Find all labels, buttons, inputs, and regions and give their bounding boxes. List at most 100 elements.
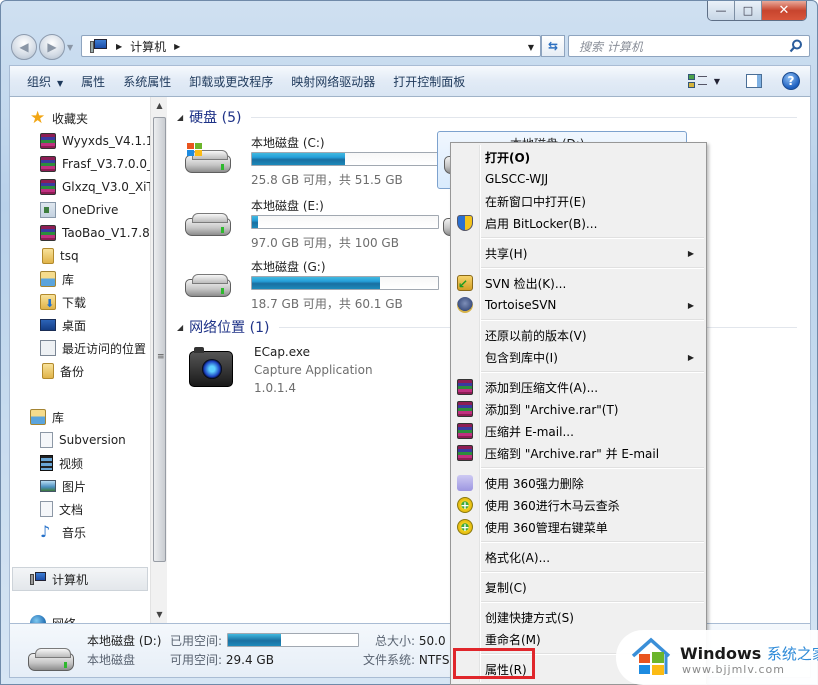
context-menu-item[interactable]: 启用 BitLocker(B)...	[453, 212, 704, 234]
sidebar-item-documents[interactable]: 文档	[40, 498, 83, 520]
collapse-triangle-icon[interactable]: ◢	[177, 323, 183, 332]
scrollbar-thumb[interactable]: ≡	[153, 117, 166, 562]
preview-pane-icon[interactable]	[746, 74, 762, 88]
sidebar-item-label: TaoBao_V1.7.8.	[62, 226, 154, 240]
sidebar-favorites[interactable]: ★ 收藏夹	[30, 107, 88, 129]
sidebar-item-label: 图片	[62, 479, 87, 494]
highlight-annotation	[453, 648, 535, 679]
change-view-icon[interactable]	[687, 73, 708, 89]
context-menu-item[interactable]: GLSCC-WJJ	[453, 168, 704, 190]
context-menu-item[interactable]: + 使用 360进行木马云查杀	[453, 494, 704, 516]
scroll-down-arrow-icon[interactable]: ▼	[151, 606, 168, 623]
computer-icon	[30, 571, 46, 587]
back-button[interactable]: ◀	[11, 34, 37, 60]
breadcrumb-chevron-icon[interactable]: ▶	[116, 42, 122, 51]
sidebar-item-pictures[interactable]: 图片	[40, 475, 86, 497]
drive-c[interactable]: 本地磁盘 (C:) 25.8 GB 可用，共 51.5 GB	[179, 131, 439, 189]
submenu-arrow-icon: ▶	[687, 248, 694, 258]
arrow-right-icon: ▶	[47, 40, 57, 54]
sidebar-item-taobao[interactable]: TaoBao_V1.7.8.	[40, 222, 154, 244]
refresh-button[interactable]: ⇆	[541, 35, 565, 57]
context-menu-item[interactable]: SVN 检出(K)...	[453, 272, 704, 294]
search-icon[interactable]	[789, 39, 803, 53]
sidebar-item-label: 库	[52, 410, 65, 425]
sidebar-item-onedrive[interactable]: OneDrive	[40, 199, 118, 221]
sidebar-libraries[interactable]: 库	[30, 406, 64, 428]
context-menu-item[interactable]: 压缩到 "Archive.rar" 并 E-mail	[453, 442, 704, 464]
context-menu-item[interactable]: + 使用 360管理右键菜单	[453, 516, 704, 538]
document-icon	[40, 432, 53, 448]
breadcrumb-chevron-icon[interactable]: ▶	[174, 42, 180, 51]
network-item-ecap[interactable]: ECap.exe Capture Application 1.0.1.4	[181, 345, 421, 405]
drive-e[interactable]: 本地磁盘 (E:) 97.0 GB 可用，共 100 GB	[179, 194, 439, 252]
sidebar-item-music[interactable]: ♪ 音乐	[40, 521, 86, 543]
uninstall-program-button[interactable]: 卸载或更改程序	[180, 73, 282, 90]
maximize-button[interactable]: □	[735, 1, 762, 20]
view-options-dropdown[interactable]: ▼	[714, 77, 720, 86]
address-bar[interactable]: ▶ 计算机 ▶ ▼	[81, 35, 541, 57]
minimize-button[interactable]: —	[708, 1, 735, 20]
context-menu-item[interactable]: 复制(C)	[453, 576, 704, 598]
context-menu-item[interactable]: 创建快捷方式(S)	[453, 606, 704, 628]
search-input[interactable]: 搜索 计算机	[568, 35, 810, 57]
menu-item-label: 重命名(M)	[485, 632, 541, 647]
sidebar-item-library[interactable]: 库	[40, 268, 74, 290]
drive-usage-bar	[251, 152, 439, 166]
system-properties-button[interactable]: 系统属性	[114, 73, 180, 90]
close-button[interactable]: ✕	[762, 1, 806, 20]
context-menu-item[interactable]: 使用 360强力删除	[453, 472, 704, 494]
sidebar-item-recent-places[interactable]: 最近访问的位置	[40, 337, 146, 359]
menu-separator	[481, 371, 704, 373]
sidebar-item-tsq[interactable]: tsq	[40, 245, 79, 267]
sidebar-scrollbar[interactable]: ▲ ≡ ▼	[150, 97, 167, 623]
hard-drive-icon	[185, 143, 233, 175]
sidebar-item-backup[interactable]: 备份	[40, 360, 84, 382]
context-menu-item[interactable]: 包含到库中(I) ▶	[453, 346, 704, 368]
winrar-icon	[40, 133, 56, 149]
context-menu-item[interactable]: 添加到压缩文件(A)...	[453, 376, 704, 398]
sidebar-item-frasf[interactable]: Frasf_V3.7.0.0_X	[40, 153, 161, 175]
collapse-triangle-icon[interactable]: ◢	[177, 113, 183, 122]
map-network-drive-button[interactable]: 映射网络驱动器	[282, 73, 384, 90]
sidebar-item-glxzq[interactable]: Glxzq_V3.0_XiTo	[40, 176, 159, 198]
recent-pages-dropdown[interactable]: ▼	[67, 43, 73, 52]
context-menu-item[interactable]: TortoiseSVN ▶	[453, 294, 704, 316]
sidebar-item-downloads[interactable]: 下载	[40, 291, 86, 313]
breadcrumb-computer[interactable]: 计算机	[130, 38, 166, 55]
360-icon: +	[457, 519, 473, 535]
sidebar-item-desktop[interactable]: 桌面	[40, 314, 86, 336]
scroll-up-arrow-icon[interactable]: ▲	[151, 97, 168, 114]
context-menu-item[interactable]: 共享(H) ▶	[453, 242, 704, 264]
sidebar-item-videos[interactable]: 视频	[40, 452, 83, 474]
navigation-bar: ◀ ▶ ▼ ▶ 计算机 ▶ ▼ ⇆ 搜索 计算机	[9, 32, 811, 60]
drive-name: 本地磁盘 (E:)	[251, 199, 324, 213]
caption-buttons: — □ ✕	[707, 1, 807, 21]
properties-button[interactable]: 属性	[72, 73, 114, 90]
context-menu-item[interactable]: 打开(O)	[453, 146, 704, 168]
submenu-arrow-icon: ▶	[687, 352, 694, 362]
open-control-panel-button[interactable]: 打开控制面板	[384, 73, 474, 90]
sidebar-item-wyyxds[interactable]: Wyyxds_V4.1.1.1	[40, 130, 165, 152]
context-menu-item[interactable]: 压缩并 E-mail...	[453, 420, 704, 442]
sidebar-item-subversion[interactable]: Subversion	[40, 429, 126, 451]
sidebar-item-label: 音乐	[62, 525, 87, 540]
address-history-dropdown[interactable]: ▼	[528, 43, 534, 52]
context-menu-item[interactable]: 还原以前的版本(V)	[453, 324, 704, 346]
drive-name: 本地磁盘 (C:)	[251, 136, 325, 150]
menu-item-label: 使用 360管理右键菜单	[485, 520, 608, 535]
organize-button[interactable]: 组织 ▼	[10, 73, 72, 90]
group-header-hard-disks[interactable]: ◢ 硬盘 (5)	[167, 106, 797, 128]
drive-usage-bar	[251, 276, 439, 290]
context-menu-item[interactable]: 格式化(A)...	[453, 546, 704, 568]
sidebar-item-network[interactable]: 网络	[30, 612, 76, 623]
context-menu-item[interactable]: 在新窗口中打开(E)	[453, 190, 704, 212]
help-icon[interactable]: ?	[782, 72, 800, 90]
menu-item-label: 使用 360强力删除	[485, 476, 584, 491]
drive-g[interactable]: 本地磁盘 (G:) 18.7 GB 可用，共 60.1 GB	[179, 255, 439, 313]
forward-button[interactable]: ▶	[39, 34, 65, 60]
item-name: ECap.exe	[254, 345, 311, 359]
sidebar-item-computer[interactable]: 计算机	[30, 568, 88, 590]
library-icon	[30, 409, 46, 425]
context-menu-item[interactable]: 添加到 "Archive.rar"(T)	[453, 398, 704, 420]
menu-item-label: 复制(C)	[485, 580, 527, 595]
